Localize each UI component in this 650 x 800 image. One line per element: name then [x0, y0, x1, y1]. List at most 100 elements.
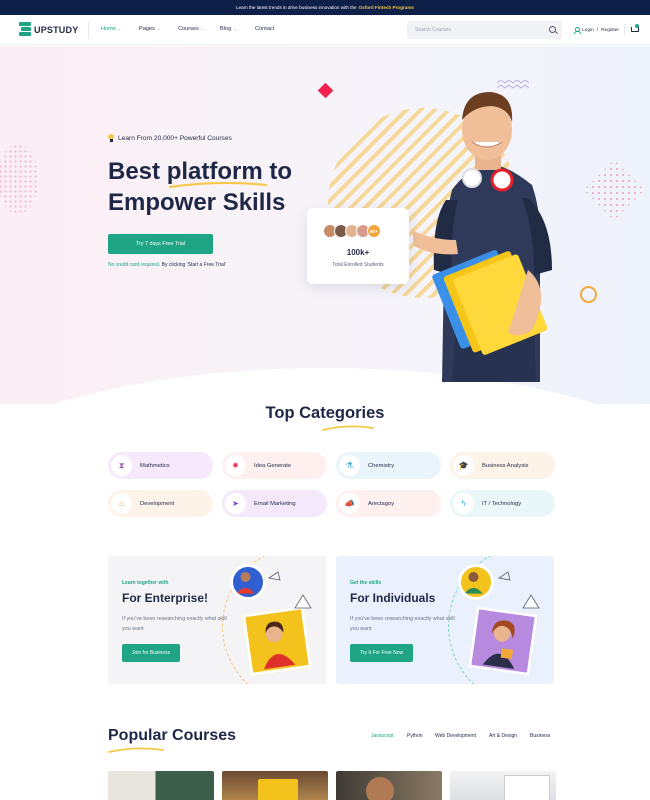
course-thumbnail[interactable]: [222, 771, 328, 800]
hero-note: No credit card required. By clicking 'St…: [108, 262, 226, 268]
student-image: [366, 777, 394, 800]
register-link[interactable]: Register: [601, 28, 619, 33]
screen-image: [504, 775, 550, 800]
decor-ring: [580, 286, 597, 303]
decor-dots: [584, 160, 644, 220]
join-business-button[interactable]: Join for Business: [122, 644, 181, 662]
category-it-technology[interactable]: ϟ IT / Technology: [450, 490, 555, 517]
card-kicker: Get the skills: [350, 580, 382, 586]
nav-label: Courses: [178, 26, 199, 32]
brand-logo[interactable]: UPSTUDY: [19, 22, 78, 37]
lightbulb-icon: ✹: [225, 455, 246, 476]
tab-python[interactable]: Python: [407, 733, 423, 739]
category-development[interactable]: ⌂ Development: [108, 490, 213, 517]
individuals-card: Get the skills For Individuals If you've…: [336, 556, 554, 684]
title-underline: [322, 425, 374, 431]
nav-label: Blog: [220, 26, 232, 32]
lightbulb-icon: [108, 134, 114, 142]
avatar: [230, 564, 266, 600]
enrolled-students-card: 5K+ 100k+ Total Enrolled Students: [307, 208, 409, 284]
student-image: [412, 92, 552, 382]
megaphone-icon: [498, 571, 511, 581]
nav-label: Contact: [255, 26, 275, 32]
category-label: Email Marketing: [254, 500, 296, 507]
megaphone-icon: [268, 571, 281, 581]
category-arectagoy[interactable]: 📣 Arectagoy: [336, 490, 441, 517]
category-idea-generate[interactable]: ✹ Idea Generate: [222, 452, 327, 479]
category-email-marketing[interactable]: ➤ Email Marketing: [222, 490, 327, 517]
try-free-button[interactable]: Try It For Free Now: [350, 644, 414, 662]
login-link[interactable]: Login: [582, 28, 594, 33]
category-label: Business Analysis: [482, 462, 529, 469]
tab-javascript[interactable]: Javascript: [371, 733, 394, 739]
learner-photo: [467, 605, 539, 677]
card-description: If you've been researching exactly what …: [350, 616, 455, 632]
cart-badge: [635, 24, 639, 28]
nav-pages[interactable]: Pages ⌄: [139, 26, 160, 32]
category-mathmetics[interactable]: ⧗ Mathmetics: [108, 452, 213, 479]
announcement-link[interactable]: Oxford Fintech Programs: [359, 5, 414, 10]
hero-tagline: Learn From 20,000+ Powerful Courses: [108, 134, 232, 142]
more-avatars-badge: 5K+: [367, 224, 381, 238]
free-trial-button[interactable]: Try 7 days Free Trial: [108, 234, 213, 254]
nav-blog[interactable]: Blog ⌄: [220, 26, 237, 32]
divider: [624, 24, 625, 36]
search-input[interactable]: Search Courses: [407, 21, 562, 39]
course-thumbnail[interactable]: [108, 771, 214, 800]
user-icon: [574, 27, 581, 34]
announcement-bar: Learn the latest trends in drive busines…: [0, 0, 650, 15]
card-kicker: Learn together with: [122, 580, 169, 586]
announcement-text: Learn the latest trends in drive busines…: [236, 5, 357, 10]
house-icon: ⌂: [111, 493, 132, 514]
site-header: UPSTUDY Home ⌄ Pages ⌄ Courses ⌄ Blog ⌄ Cont…: [0, 15, 650, 45]
nav-contact[interactable]: Contact: [255, 26, 274, 32]
course-thumbnail[interactable]: [336, 771, 442, 800]
popular-title: Popular Courses: [108, 727, 237, 744]
learner-photo: [241, 605, 313, 677]
search-icon[interactable]: [549, 26, 556, 33]
laptop-image: [258, 779, 298, 800]
nav-label: Pages: [139, 26, 155, 32]
divider: [88, 21, 89, 39]
chevron-down-icon: ⌄: [233, 26, 237, 31]
nav-home[interactable]: Home ⌄: [101, 26, 121, 32]
headline-underline: [168, 181, 268, 189]
card-title: For Individuals: [350, 591, 436, 605]
category-business-analysis[interactable]: 🎓 Business Analysis: [450, 452, 555, 479]
graduation-cap-icon: 🎓: [453, 455, 474, 476]
card-title: For Enterprise!: [122, 591, 209, 605]
title-underline: [108, 747, 164, 753]
lightning-icon: ϟ: [453, 493, 474, 514]
megaphone-icon: 📣: [339, 493, 360, 514]
cart-icon[interactable]: [631, 24, 639, 33]
card-description: If you've been researching exactly what …: [122, 616, 227, 632]
nav-courses[interactable]: Courses ⌄: [178, 26, 204, 32]
tagline-text: Learn From 20,000+ Powerful Courses: [118, 134, 232, 142]
brand-name: UPSTUDY: [34, 24, 79, 35]
category-label: Development: [140, 500, 175, 507]
logo-icon: [19, 22, 31, 37]
hourglass-icon: ⧗: [111, 455, 132, 476]
decor-dots: [0, 144, 38, 214]
category-label: Idea Generate: [254, 462, 292, 469]
enrolled-label: Total Enrolled Students: [332, 262, 384, 268]
nav-label: Home: [101, 26, 116, 32]
paper-hat-icon: [294, 594, 312, 609]
category-label: IT / Technology: [482, 500, 522, 507]
chevron-down-icon: ⌄: [156, 26, 161, 31]
category-chemistry[interactable]: ⚗ Chemistry: [336, 452, 441, 479]
note-green: No credit card required.: [108, 262, 161, 268]
tab-art-design[interactable]: Art & Design: [489, 733, 517, 739]
tab-web-development[interactable]: Web Development: [435, 733, 476, 739]
category-label: Mathmetics: [140, 462, 170, 469]
tab-business[interactable]: Business: [530, 733, 550, 739]
enterprise-card: Learn together with For Enterprise! If y…: [108, 556, 326, 684]
decor-diamond: [317, 82, 334, 99]
course-thumbnail[interactable]: [450, 771, 556, 800]
note-rest: By clicking 'Start a Free Trial': [160, 262, 226, 268]
avatar-stack: 5K+: [323, 224, 381, 238]
avatar: [458, 564, 494, 600]
hero-section: Learn From 20,000+ Powerful Courses Best…: [0, 46, 650, 404]
paper-plane-icon: ➤: [225, 493, 246, 514]
category-label: Chemistry: [368, 462, 395, 469]
